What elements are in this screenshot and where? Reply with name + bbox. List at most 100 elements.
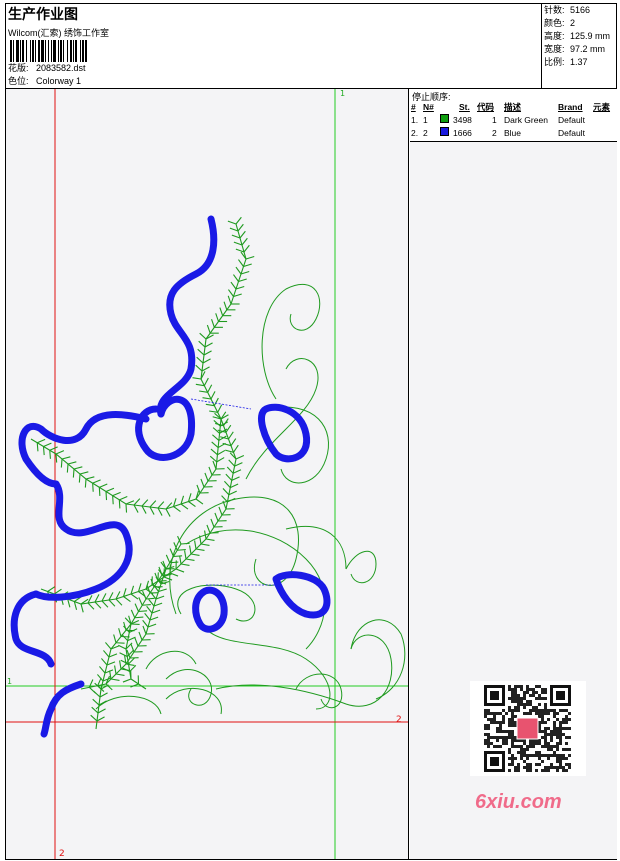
qr-module [568,691,571,694]
frond-leaf [49,450,51,459]
frond-leaf [80,603,84,613]
qr-module [562,766,565,769]
stop-sequence-panel: 停止顺序: # N# St. 代码 描述 Brand 元素 1. 1 3498 … [410,89,617,859]
frond-leaf [228,459,235,467]
frond-leaf [119,660,122,670]
frond-leaf [169,561,179,564]
qr-module [517,694,520,697]
row-code: 1 [492,115,497,125]
qr-module [520,745,523,748]
frond-leaf [197,348,205,356]
qr-module [508,748,511,751]
qr-module [517,703,520,706]
qr-module [511,697,514,700]
frond-leaf [212,434,220,441]
qr-module [487,703,490,706]
qr-module [502,736,505,739]
col-no-header: N# [423,102,434,112]
qr-module [487,718,490,721]
qr-module [556,712,559,715]
qr-module [553,685,556,688]
qr-module [559,685,562,688]
qr-module [514,691,517,694]
qr-module [541,709,544,712]
frond-leaf [92,483,94,492]
frond-leaf [235,454,245,460]
qr-module [502,688,505,691]
qr-module [568,718,571,721]
table-row: 1. 1 3498 1 Dark Green Default [410,114,617,127]
row-stitches: 3498 [453,115,472,125]
qr-module [550,685,553,688]
qr-module [532,709,535,712]
qr-module [493,691,496,694]
qr-module [520,685,523,688]
qr-module [511,754,514,757]
qr-module [532,706,535,709]
qr-module [490,703,493,706]
frond-leaf [227,220,237,225]
qr-module [511,745,514,748]
qr-logo-icon [516,717,539,740]
colorway-value: Colorway 1 [36,76,82,86]
frond-leaf [217,449,226,456]
qr-module [535,769,538,772]
qr-module [511,742,514,745]
frond-leaf [180,503,189,510]
frond-leaf [200,478,205,488]
qr-module [556,730,559,733]
qr-module [532,745,535,748]
qr-module [532,742,535,745]
qr-module [526,754,529,757]
qr-module [550,739,553,742]
design-file-label: 花版: [8,63,29,73]
frond-leaf [165,508,171,517]
frond-leaf [221,495,228,503]
qr-module [532,754,535,757]
frond-leaf [114,665,117,675]
qr-module [496,760,499,763]
qr-module [508,769,511,772]
qr-module [502,721,505,724]
frond-leaf [115,598,123,606]
qr-module [490,769,493,772]
qr-module [496,745,499,748]
frond-leaf [73,466,83,470]
qr-module [556,754,559,757]
qr-module [562,685,565,688]
qr-module [514,766,517,769]
qr-module [511,688,514,691]
qr-module [517,697,520,700]
frond-leaf [36,442,39,452]
qr-module [511,718,514,721]
guide-label-v1: 1 [340,89,345,98]
frond-leaf [234,462,243,467]
qr-module [496,769,499,772]
qr-module [484,694,487,697]
frond-leaf [173,555,183,558]
frond-leaf [214,512,219,522]
qr-module [508,685,511,688]
frond-leaf [206,324,211,334]
frond-leaf [195,364,203,372]
qr-module [493,745,496,748]
frond-stem [40,418,237,605]
frond-leaf [213,397,219,406]
qr-module [484,715,487,718]
guide-label-h2: 2 [396,715,402,725]
qr-module [568,685,571,688]
qr-module [490,760,493,763]
frond-leaf [203,377,209,386]
qr-module [487,724,490,727]
qr-module [517,685,520,688]
qr-module [487,739,490,742]
qr-module [541,769,544,772]
frond-leaf [225,473,233,481]
qr-module [541,688,544,691]
frond-leaf [149,500,157,508]
qr-module [487,712,490,715]
qr-module [544,766,547,769]
stop-sequence-table: # N# St. 代码 描述 Brand 元素 1. 1 3498 1 Dark… [410,101,617,140]
qr-module [517,766,520,769]
colorway-label: 色位: [8,76,29,86]
